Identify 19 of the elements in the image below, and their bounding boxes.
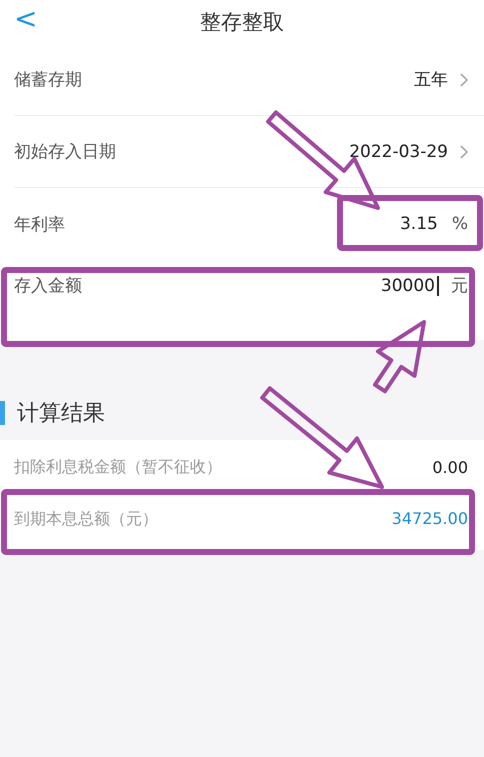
unit-label: %: [452, 214, 468, 234]
result-label: 扣除利息税金额（暂不征收）: [14, 457, 222, 478]
page-title: 整存整取: [200, 9, 284, 36]
result-label: 到期本息总额（元）: [14, 509, 158, 530]
chevron-right-icon: [460, 72, 468, 86]
input-field[interactable]: 3.15: [400, 214, 440, 234]
result-value: 34725.00: [392, 509, 468, 528]
section-title: 计算结果: [17, 400, 105, 428]
field-label: 初始存入日期: [14, 141, 116, 163]
section-marker: [0, 400, 5, 424]
select-value[interactable]: 五年: [414, 68, 448, 91]
field-label: 存入金额: [14, 275, 82, 297]
field-label: 储蓄存期: [14, 69, 82, 91]
chevron-right-icon: [460, 144, 468, 158]
input-field[interactable]: 30000: [380, 276, 439, 296]
select-value[interactable]: 2022-03-29: [349, 142, 448, 162]
result-value: 0.00: [432, 458, 468, 477]
field-label: 年利率: [14, 214, 65, 236]
unit-label: 元: [451, 275, 468, 297]
